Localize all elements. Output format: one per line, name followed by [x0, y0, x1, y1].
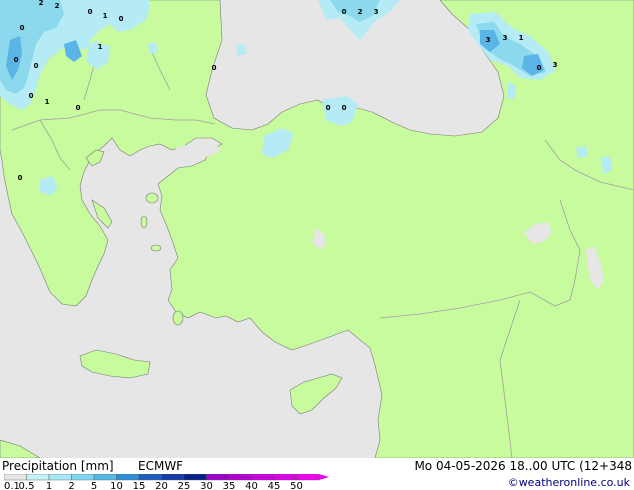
scale-swatch	[116, 474, 140, 481]
scale-tick-label: 30	[200, 481, 213, 490]
scale-tick-label: 2	[68, 481, 74, 490]
scale-tick-label: 10	[110, 481, 123, 490]
scale-swatch	[4, 474, 27, 481]
precip-value-label: 2	[358, 8, 363, 16]
forecast-datetime: Mo 04-05-2026 18..00 UTC (12+348	[414, 459, 632, 473]
precip-value-label: 0	[29, 92, 34, 100]
scale-tick-label: 40	[245, 481, 258, 490]
precip-value-label: 1	[98, 43, 103, 51]
precip-value-label: 1	[519, 34, 524, 42]
scale-tick-label: 50	[290, 481, 303, 490]
land-rhodes	[172, 310, 184, 326]
precip-area	[576, 146, 588, 158]
precip-value-label: 0	[88, 8, 93, 16]
scale-tick-label: 1	[46, 481, 52, 490]
precip-value-label: 3	[486, 36, 491, 44]
precip-value-label: 1	[45, 98, 50, 106]
precip-value-label: 1	[103, 12, 108, 20]
scale-tick-label: 25	[178, 481, 191, 490]
scale-tick-label: 20	[155, 481, 168, 490]
scale-swatch	[93, 474, 117, 481]
scale-swatch	[161, 474, 185, 481]
precip-value-label: 2	[39, 0, 44, 7]
precip-value-label: 3	[553, 61, 558, 69]
land-samos	[150, 244, 162, 252]
precip-value-label: 0	[537, 64, 542, 72]
scale-swatch	[296, 474, 320, 481]
scale-swatch	[206, 474, 230, 481]
model-name: ECMWF	[138, 459, 184, 473]
precipitation-map: 2 2 0 1 0 0 1 0 0 0 1 0 0 2 3 3 3 1 0 3 0 0 0 0	[0, 0, 634, 458]
scale-tick-label: 15	[133, 481, 146, 490]
scale-tick-label: 35	[223, 481, 236, 490]
precip-color-scale: 0.10.5 1 2 5 10 15 20 25 30 35 40 45 50	[4, 474, 329, 490]
precip-value-label: 0	[342, 104, 347, 112]
precip-value-label: 0	[34, 62, 39, 70]
scale-tick-label: 0.1	[4, 481, 20, 490]
precip-value-label: 0	[20, 24, 25, 32]
land-lesbos	[145, 192, 159, 204]
map-title: Precipitation [mm]	[2, 459, 114, 473]
scale-swatch	[228, 474, 252, 481]
scale-swatch	[71, 474, 95, 481]
land-chios	[140, 215, 148, 229]
precip-value-label: 3	[503, 34, 508, 42]
scale-swatch	[138, 474, 162, 481]
precip-value-label: 0	[14, 56, 19, 64]
map-footer: Precipitation [mm] ECMWF Mo 04-05-2026 1…	[0, 458, 634, 490]
precip-value-label: 0	[326, 104, 331, 112]
scale-swatch	[273, 474, 297, 481]
scale-swatch	[183, 474, 207, 481]
scale-tick-label: 0.5	[19, 481, 35, 490]
scale-swatch	[251, 474, 275, 481]
scale-tick-label: 5	[91, 481, 97, 490]
precip-value-label: 0	[76, 104, 81, 112]
weather-map-page: 220100100010023331030000 Precipitation […	[0, 0, 634, 490]
precip-value-label: 0	[119, 15, 124, 23]
precip-value-label: 0	[18, 174, 23, 182]
scale-swatch	[48, 474, 72, 481]
precip-value-label: 2	[55, 2, 60, 10]
credit-link[interactable]: ©weatheronline.co.uk	[508, 476, 630, 489]
precip-value-label: 0	[212, 64, 217, 72]
scale-swatch	[26, 474, 50, 481]
precip-value-label: 3	[374, 8, 379, 16]
scale-tick-label: 45	[268, 481, 281, 490]
precip-value-label: 0	[342, 8, 347, 16]
scale-arrow	[319, 474, 329, 480]
